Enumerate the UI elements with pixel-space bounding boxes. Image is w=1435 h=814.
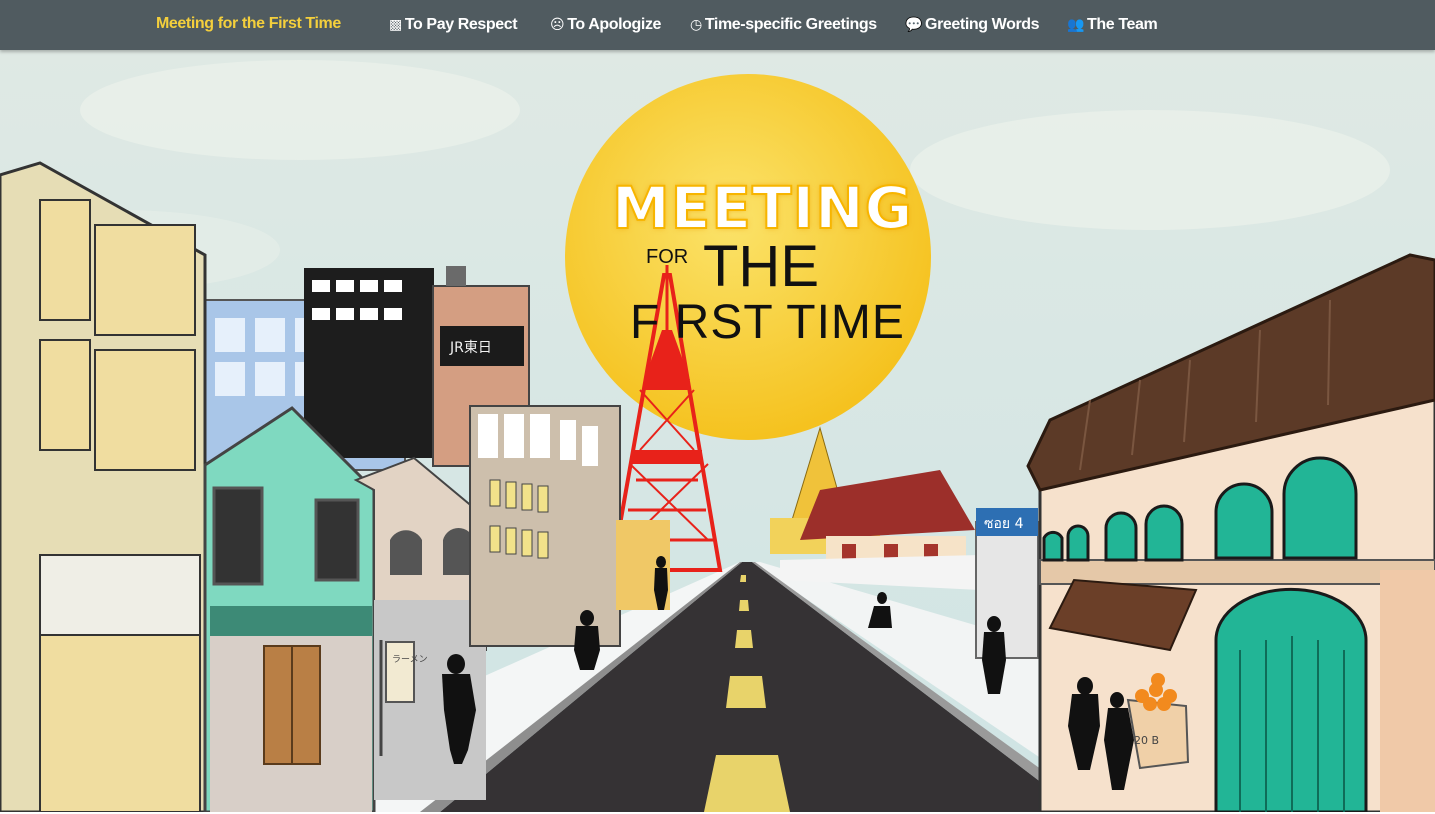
road-dash: [735, 630, 753, 648]
nav-time-specific[interactable]: ◷ Time-specific Greetings: [690, 0, 877, 50]
nav-apologize[interactable]: ☹ To Apologize: [550, 0, 661, 50]
nav-greeting-words[interactable]: 💬 Greeting Words: [905, 0, 1040, 50]
sun: [565, 74, 931, 440]
clock-icon: ◷: [690, 16, 702, 32]
building-sign: JR東日: [449, 340, 492, 356]
ramen-sign: ラーメン: [392, 654, 428, 665]
nav-meeting-label: Meeting for the First Time: [156, 15, 341, 32]
speech-bubble-icon: 💬: [905, 16, 923, 32]
nav-greeting-words-label: Greeting Words: [925, 16, 1040, 33]
nav-apologize-label: To Apologize: [567, 16, 662, 33]
nav-the-team-label: The Team: [1087, 16, 1158, 33]
users-icon: 👥: [1067, 16, 1085, 32]
hero-illustration: JR東日 ラーメン ซอย 4 20 B MEETING FOR THE F R…: [0, 50, 1435, 812]
nav-the-team[interactable]: 👥 The Team: [1067, 0, 1158, 50]
frown-icon: ☹: [550, 16, 565, 32]
nav-pay-respect-label: To Pay Respect: [404, 16, 518, 33]
road-dash: [726, 676, 766, 708]
main-navbar: Meeting for the First Time ▩ To Pay Respe…: [0, 0, 1435, 50]
street-scene: JR東日 ラーメン ซอย 4 20 B: [0, 50, 1435, 812]
road-dash: [740, 575, 746, 582]
road-dash: [704, 755, 790, 812]
praying-hands-icon: ▩: [389, 16, 402, 32]
nav-time-specific-label: Time-specific Greetings: [704, 16, 877, 33]
road-dash: [739, 600, 749, 611]
street-sign: ซอย 4: [984, 516, 1024, 532]
price-tag: 20 B: [1134, 734, 1159, 747]
nav-meeting-first-time[interactable]: Meeting for the First Time: [156, 0, 341, 50]
nav-pay-respect[interactable]: ▩ To Pay Respect: [389, 0, 518, 50]
